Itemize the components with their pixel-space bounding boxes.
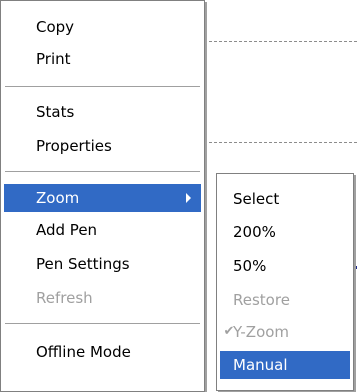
submenu-item-y-zoom[interactable]: ✔ Y-Zoom: [220, 318, 350, 346]
menu-item-copy[interactable]: Copy: [4, 13, 201, 41]
check-icon: ✔: [223, 324, 235, 339]
chart-gridline: [204, 142, 357, 143]
menu-item-zoom-label: Zoom: [36, 189, 80, 207]
menu-separator: [5, 323, 200, 325]
menu-separator: [5, 86, 200, 88]
menu-item-print[interactable]: Print: [4, 45, 201, 73]
menu-separator: [5, 171, 200, 173]
chart-gridline: [204, 41, 357, 42]
menu-item-add-pen[interactable]: Add Pen: [4, 216, 201, 244]
zoom-submenu: Select 200% 50% Restore ✔ Y-Zoom Manual: [216, 173, 354, 391]
submenu-item-restore[interactable]: Restore: [220, 286, 350, 314]
menu-item-refresh[interactable]: Refresh: [4, 284, 201, 312]
submenu-item-select[interactable]: Select: [220, 185, 350, 213]
submenu-item-manual[interactable]: Manual: [220, 351, 350, 379]
menu-item-stats[interactable]: Stats: [4, 98, 201, 126]
menu-item-pen-settings[interactable]: Pen Settings: [4, 250, 201, 278]
context-menu: Copy Print Stats Properties Zoom Add Pen…: [0, 0, 205, 392]
submenu-arrow-icon: [186, 193, 191, 203]
menu-item-properties[interactable]: Properties: [4, 132, 201, 160]
menu-item-zoom[interactable]: Zoom: [4, 184, 201, 212]
submenu-item-50[interactable]: 50%: [220, 252, 350, 280]
menu-item-offline-mode[interactable]: Offline Mode: [4, 338, 201, 366]
submenu-item-200[interactable]: 200%: [220, 218, 350, 246]
submenu-item-y-zoom-label: Y-Zoom: [233, 323, 290, 341]
